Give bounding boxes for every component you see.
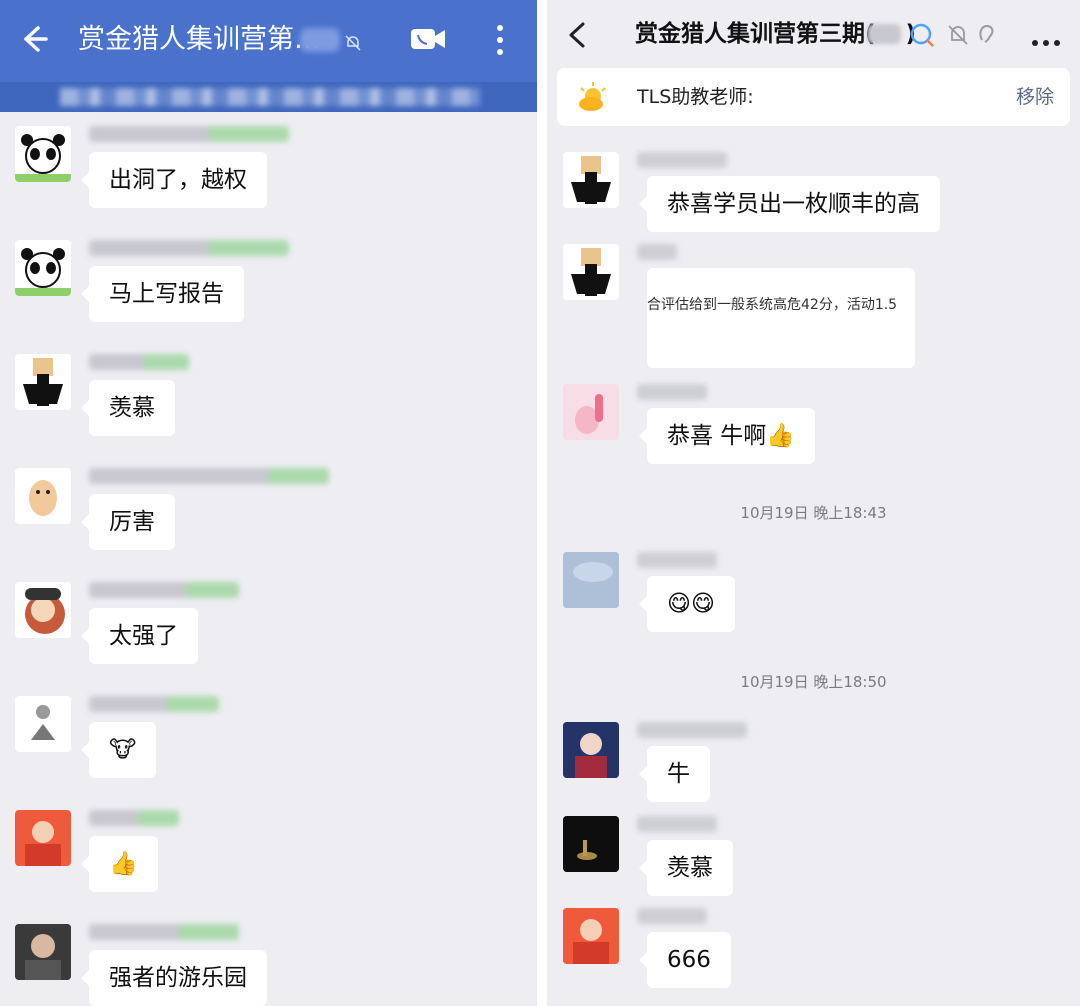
arrow-left-icon[interactable]: [16, 22, 50, 56]
blurred-sender-name: [637, 722, 747, 738]
avatar[interactable]: [15, 240, 71, 296]
image-preview[interactable]: 合评估给到一般系统高危42分，活动1.5: [647, 268, 915, 368]
avatar[interactable]: [563, 152, 619, 208]
preview-text: 合评估给到一般系统高危42分，活动1.5: [647, 297, 898, 313]
blurred-title-part: [300, 28, 340, 52]
message-bubble[interactable]: 厉害: [81, 494, 175, 550]
chevron-left-icon[interactable]: [563, 18, 593, 52]
timestamp: 10月19日 晚上18:43: [740, 504, 887, 522]
message-bubble[interactable]: 马上写报告: [81, 266, 244, 322]
message-bubble[interactable]: 恭喜 牛啊👍: [639, 408, 815, 464]
pinned-announcement[interactable]: TLS助教老师: 移除: [557, 68, 1070, 126]
video-camera-icon[interactable]: [410, 26, 446, 52]
blurred-sender-name: [637, 152, 727, 168]
message-bubble[interactable]: 666: [639, 932, 731, 988]
message-bubble[interactable]: 😋😋: [639, 576, 735, 632]
blurred-sender-name: [637, 384, 707, 400]
avatar[interactable]: [15, 696, 71, 752]
blurred-subtitle-bar: [0, 82, 537, 112]
more-horizontal-icon[interactable]: [1031, 32, 1061, 46]
avatar[interactable]: [15, 468, 71, 524]
blurred-sender-name: [89, 468, 329, 484]
chat-search-icon[interactable]: [909, 22, 935, 48]
message-bubble[interactable]: 👍: [81, 836, 158, 892]
blurred-sender-name: [89, 240, 289, 256]
blurred-sender-name: [637, 908, 707, 924]
avatar[interactable]: [563, 552, 619, 608]
blurred-sender-name: [637, 552, 717, 568]
message-bubble[interactable]: 太强了: [81, 608, 198, 664]
message-bubble[interactable]: 恭喜学员出一枚顺丰的高: [639, 176, 940, 232]
blurred-sender-name: [89, 924, 239, 940]
timestamp: 10月19日 晚上18:50: [740, 673, 887, 691]
avatar[interactable]: [15, 810, 71, 866]
blurred-sender-name: [89, 354, 189, 370]
chat-title-text: 赏金猎人集训营第三期(: [635, 21, 876, 47]
avatar[interactable]: [563, 908, 619, 964]
blurred-sender-name: [89, 582, 239, 598]
right-chat-header: 赏金猎人集训营第三期(): [547, 0, 1080, 68]
remove-button[interactable]: 移除: [1016, 82, 1054, 112]
message-bubble[interactable]: 羡慕: [639, 840, 733, 896]
avatar[interactable]: [563, 384, 619, 440]
avatar[interactable]: [563, 244, 619, 300]
avatar[interactable]: [15, 582, 71, 638]
avatar[interactable]: [563, 722, 619, 778]
ear-icon: [973, 22, 999, 48]
blurred-sender-name: [89, 810, 179, 826]
message-bubble[interactable]: 羡慕: [81, 380, 175, 436]
left-chat-header: 赏金猎人集训营第…: [0, 0, 537, 112]
sun-cloud-icon: [575, 80, 611, 116]
bell-off-icon: [945, 22, 971, 48]
blurred-sender-name: [637, 816, 717, 832]
message-bubble[interactable]: 强者的游乐园: [81, 950, 267, 1006]
blurred-title-part: [867, 24, 901, 44]
blurred-sender-name: [89, 696, 219, 712]
avatar[interactable]: [563, 816, 619, 872]
blurred-sender-name: [637, 244, 677, 260]
message-bubble[interactable]: 出洞了，越权: [81, 152, 267, 208]
avatar[interactable]: [15, 924, 71, 980]
message-bubble[interactable]: 🐮: [80, 722, 157, 778]
blurred-sender-name: [89, 126, 289, 142]
message-bubble[interactable]: 牛: [639, 746, 710, 802]
pinned-text: TLS助教老师:: [637, 86, 754, 108]
right-chat-panel: 赏金猎人集训营第三期() TLS助教老师: 移除 恭喜学员出一枚顺丰的高 合评估…: [547, 0, 1080, 1006]
left-chat-panel: 赏金猎人集训营第… 出洞了，越权 马上写报告 羡慕 厉害 太强了 🐮 👍 强者的…: [0, 0, 537, 1006]
more-vertical-icon[interactable]: [492, 22, 508, 58]
avatar[interactable]: [15, 126, 71, 182]
avatar[interactable]: [15, 354, 71, 410]
bell-off-icon: [344, 34, 362, 52]
